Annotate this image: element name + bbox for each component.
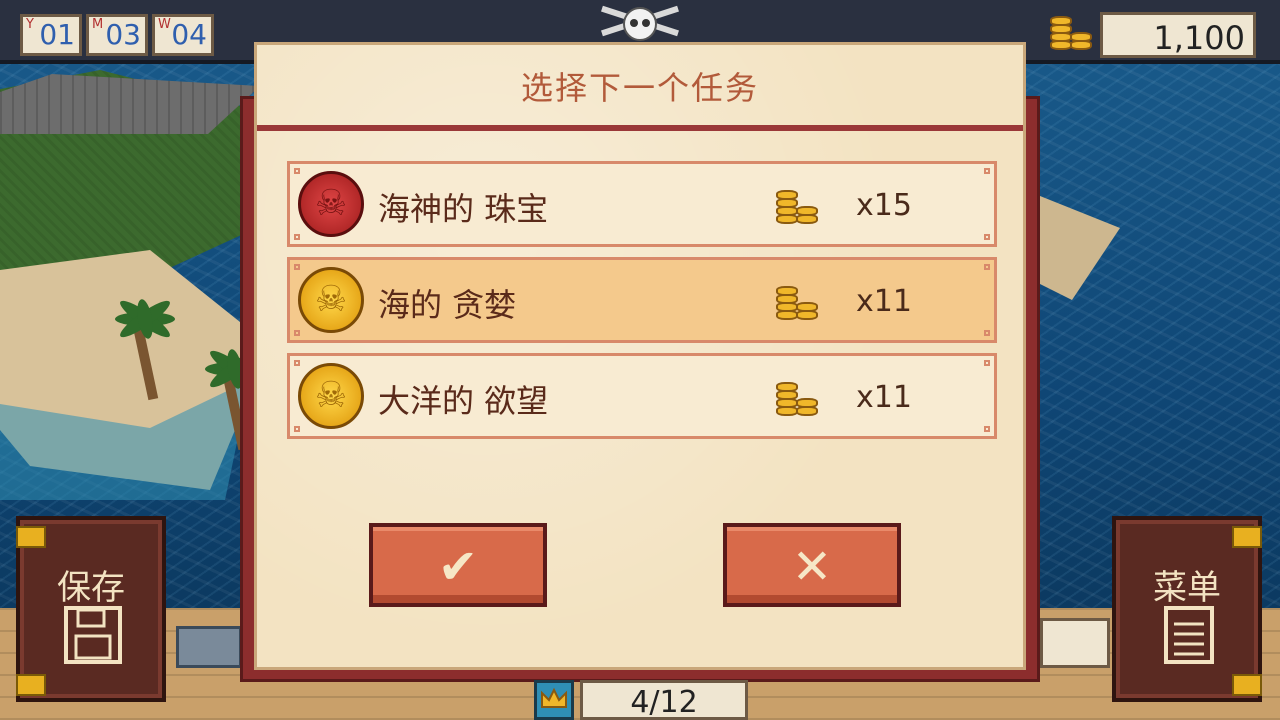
red-skull-medal-icon: ☠	[298, 171, 364, 237]
quest-name: 海的 贪婪	[378, 286, 517, 324]
gold-skull-medal-icon: ☠	[298, 363, 364, 429]
week-tag: W	[158, 17, 171, 32]
menu-button[interactable]: 菜单	[1112, 516, 1262, 702]
save-button[interactable]: 保存	[16, 516, 166, 702]
coin-stack-icon	[774, 282, 824, 326]
close-icon: ✕	[791, 539, 833, 595]
progress-value: 4/12	[630, 685, 698, 720]
quest-reward: x15	[856, 188, 912, 223]
quest-name: 海神的 珠宝	[378, 190, 549, 228]
quest-select-dialog: 选择下一个任务 ☠ 海神的 珠宝 x15 ☠ 海的 贪婪 x11 ☠ 大洋的 欲…	[254, 42, 1026, 670]
year-counter: Y 01	[20, 14, 82, 56]
ship-hull-icon	[176, 626, 242, 668]
coin-stack-icon	[774, 186, 824, 230]
month-tag: M	[92, 17, 104, 32]
quest-option-2[interactable]: ☠ 海的 贪婪 x11	[287, 257, 997, 343]
crown-icon	[534, 680, 574, 720]
progress-box: 4/12	[580, 680, 748, 720]
quest-reward: x11	[856, 284, 912, 319]
floppy-disk-icon	[64, 606, 122, 664]
mission-progress: 4/12	[534, 680, 748, 720]
document-lines-icon	[1164, 606, 1214, 664]
dialog-header: 选择下一个任务	[257, 45, 1023, 131]
confirm-button[interactable]: ✔	[369, 523, 547, 607]
year-value: 01	[39, 18, 75, 51]
jolly-roger-icon	[601, 5, 679, 41]
month-counter: M 03	[86, 14, 148, 56]
week-value: 04	[171, 18, 207, 51]
gold-amount: 1,100	[1153, 19, 1245, 57]
gold-coins-icon	[1046, 10, 1100, 60]
week-counter: W 04	[152, 14, 214, 56]
quest-option-1[interactable]: ☠ 海神的 珠宝 x15	[287, 161, 997, 247]
save-label: 保存	[57, 568, 125, 608]
quest-option-3[interactable]: ☠ 大洋的 欲望 x11	[287, 353, 997, 439]
coin-stack-icon	[774, 378, 824, 422]
checkmark-icon: ✔	[437, 539, 479, 595]
menu-label: 菜单	[1153, 568, 1221, 608]
gold-skull-medal-icon: ☠	[298, 267, 364, 333]
year-tag: Y	[26, 17, 34, 32]
month-value: 03	[105, 18, 141, 51]
quest-reward: x11	[856, 380, 912, 415]
cancel-button[interactable]: ✕	[723, 523, 901, 607]
quest-name: 大洋的 欲望	[378, 382, 549, 420]
dialog-title: 选择下一个任务	[520, 69, 759, 107]
gold-amount-box: 1,100	[1100, 12, 1256, 58]
deck-panel	[1040, 618, 1110, 668]
